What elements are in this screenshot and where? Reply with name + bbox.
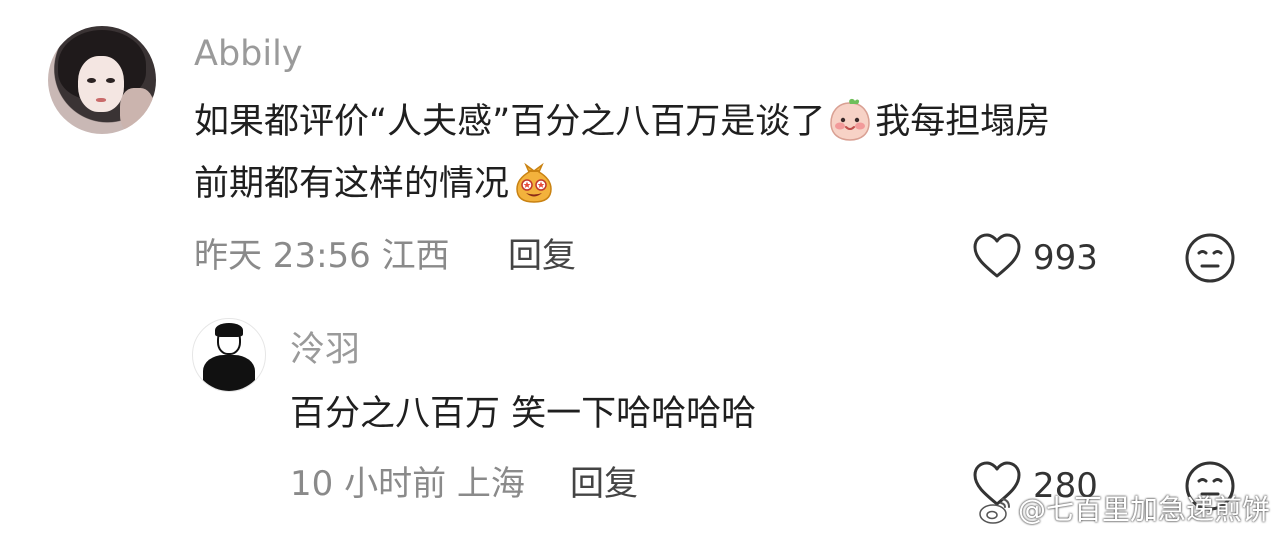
comment-text: 我每担塌房: [875, 102, 1051, 142]
comment-text-line-2: 前期都有这样的情况: [194, 161, 559, 208]
like-count: 993: [1033, 238, 1098, 278]
comment-time: 昨天 23:56: [194, 236, 371, 276]
watermark: @七百里加急递煎饼: [978, 493, 1270, 527]
avatar[interactable]: [192, 318, 266, 392]
comment-meta: 10 小时前 上海: [290, 464, 525, 504]
comment-text: 如果都评价“人夫感”百分之八百万是谈了: [194, 102, 826, 142]
reply-button[interactable]: 回复: [508, 236, 576, 276]
starry-eyed-money-bag-emoji-icon: [516, 162, 552, 203]
comment-author[interactable]: 泠羽: [290, 330, 360, 370]
comment-text-line-1: 如果都评价“人夫感”百分之八百万是谈了 我每担塌房: [194, 98, 1051, 146]
comment-location: 江西: [381, 236, 450, 276]
meh-face-icon[interactable]: [1184, 232, 1236, 284]
reply-button[interactable]: 回复: [570, 464, 638, 504]
weibo-logo-icon: [979, 498, 1010, 524]
comment-text: 前期都有这样的情况: [194, 164, 510, 204]
blushing-peach-emoji-icon: [830, 98, 871, 141]
avatar[interactable]: [48, 26, 156, 134]
watermark-text: @七百里加急递煎饼: [1017, 493, 1270, 526]
comment-author[interactable]: Abbily: [194, 34, 303, 74]
heart-outline-icon[interactable]: [971, 232, 1023, 280]
comment-time: 10 小时前: [290, 464, 447, 504]
comment-meta: 昨天 23:56 江西: [194, 236, 450, 276]
comment-location: 上海: [456, 464, 525, 504]
comment-text: 百分之八百万 笑一下哈哈哈哈: [290, 394, 757, 434]
